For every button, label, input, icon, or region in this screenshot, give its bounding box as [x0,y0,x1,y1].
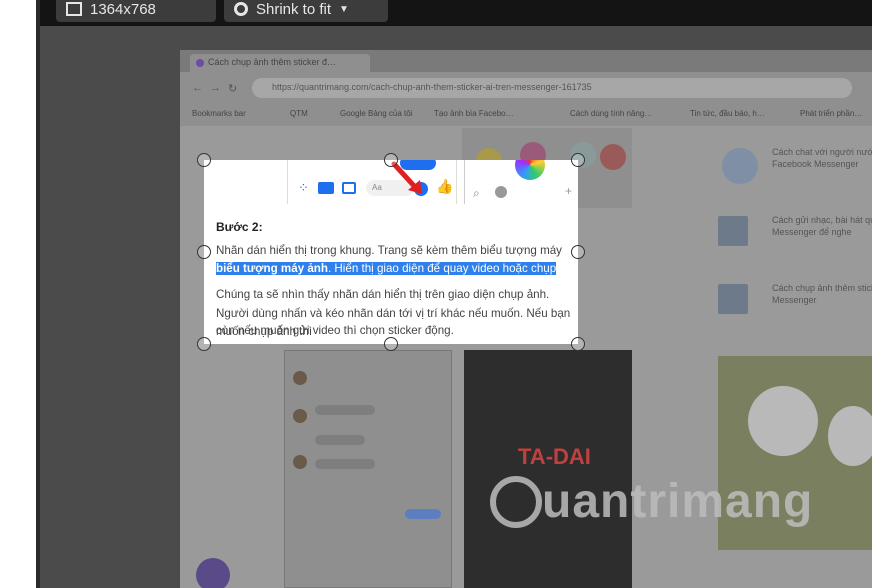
browser-urlbar: ← → ↻ https://quantrimang.com/cach-chup-… [180,72,872,104]
favicon-icon [196,59,204,67]
floating-button [196,558,230,588]
chat-bubble [405,509,441,519]
paragraph-text: còn nếu muốn gửi video thì chọn sticker … [216,324,454,337]
highlighted-text: . Hiển thị giao diện để quay video hoặc … [327,262,557,275]
plus-icon: + [565,184,573,198]
resize-handle-bottom[interactable] [384,337,398,351]
messenger-screenshot [284,350,452,588]
image-icon [342,182,356,194]
avatar [293,455,307,469]
sidebar-article-title: Cách chat với người nước ngoài trên Face… [772,147,872,169]
bookmark-item: Cách dùng tính năng… [570,109,653,118]
article-thumb [718,216,748,246]
sticker-thumb [515,160,545,180]
step-heading: Bước 2: [216,220,263,234]
red-arrow-icon [391,161,422,194]
clock-icon [495,186,507,198]
resize-handle-left[interactable] [197,245,211,259]
forward-icon: → [210,82,221,94]
camera-icon [318,182,334,194]
bookmark-item: Bookmarks bar [192,109,246,118]
chat-bubble [315,405,375,415]
zoom-label: Shrink to fit [256,0,332,18]
sidebar-article-title: Cách chụp ảnh thêm sticker trên Messenge… [772,283,872,305]
reload-icon: ↻ [228,83,238,95]
avatar [293,371,307,385]
paragraph-line: biểu tượng máy ảnh. Hiển thị giao diện đ… [216,260,557,279]
paragraph-line: Nhãn dán hiển thị trong khung. Trang sẽ … [216,242,576,261]
copyright-icon [722,148,758,184]
bookmark-item: Google Bảng của tôi [340,109,413,118]
search-icon: ⌕ [473,186,480,200]
article-thumb [718,284,748,314]
sticker-thumb [600,144,626,170]
back-icon: ← [192,82,203,94]
bookmark-item: Phát triển phần… [800,109,863,118]
browser-tabbar: Cách chụp ảnh thêm sticker đ… [180,50,872,72]
sticker-picker: ⌕ + [464,160,578,204]
resolution-label: 1364x768 [90,0,156,18]
watermark-text: uantrimang [542,475,814,528]
chat-bubble [315,459,375,469]
bookmark-item: Tin tức, đầu báo, h… [690,109,765,118]
apps-icon: ⁘ [298,180,309,195]
resize-handle-right[interactable] [571,245,585,259]
watermark-logo [490,476,542,528]
resize-handle-bottom-right[interactable] [571,337,585,351]
highlighted-bold-text: biểu tượng máy ảnh [216,262,328,275]
paragraph-text: Nhãn dán hiển thị trong khung. Trang sẽ … [216,244,562,257]
sidebar-article-title: Cách gửi nhạc, bài hát qua Messenger để … [772,215,872,237]
bookmark-item: QTM [290,109,308,118]
zoom-dropdown[interactable]: Shrink to fit ▼ [224,0,388,22]
screenshot-editor-window: 1364x768 Shrink to fit ▼ Cách chụp ảnh t… [0,0,872,588]
bookmarks-bar: Bookmarks bar QTM Google Bảng của tôi Tạ… [180,104,872,126]
sticker-text: TA-DAI [518,444,591,469]
chevron-down-icon: ▼ [339,3,349,15]
address-field: https://quantrimang.com/cach-chup-anh-th… [252,78,852,98]
like-icon: 👍 [436,178,454,194]
messenger-composer: ⁘ Aa 👍 [287,160,457,204]
resize-handle-bottom-left[interactable] [197,337,211,351]
editor-toolbar: 1364x768 Shrink to fit ▼ [40,0,872,26]
resize-handle-top-right[interactable] [571,153,585,167]
avatar [293,409,307,423]
tab-title: Cách chụp ảnh thêm sticker đ… [208,57,337,67]
resize-handle-top-left[interactable] [197,153,211,167]
resolution-button[interactable]: 1364x768 [56,0,216,22]
chat-bubble [315,435,365,445]
screen-icon [66,2,82,16]
magnifier-icon [234,2,248,16]
helmet-graphic [748,386,818,456]
resize-handle-top[interactable] [384,153,398,167]
helmet-graphic [828,406,872,466]
left-margin [0,0,36,588]
bookmark-item: Tạo ảnh bìa Facebo… [434,109,514,118]
browser-tab: Cách chụp ảnh thêm sticker đ… [190,54,370,72]
